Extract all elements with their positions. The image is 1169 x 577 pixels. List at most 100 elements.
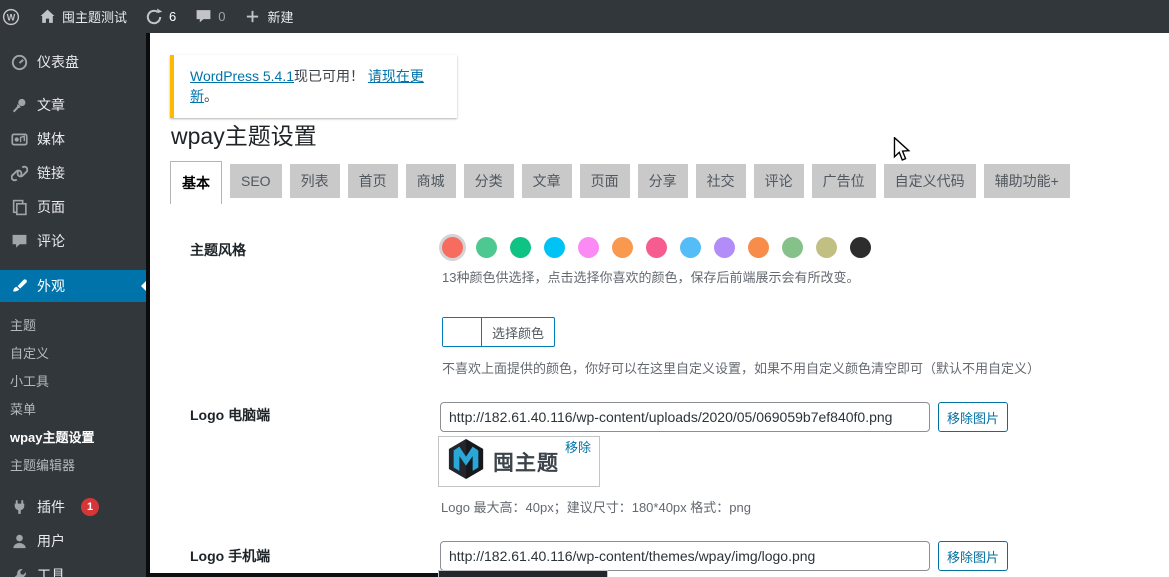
page-title: wpay主题设置 — [171, 117, 317, 151]
brush-icon — [10, 277, 28, 295]
submenu-item-widgets[interactable]: 小工具 — [0, 366, 150, 394]
update-icon — [145, 8, 163, 26]
tab-category[interactable]: 分类 — [464, 164, 514, 198]
sidebar-item-pages[interactable]: 页面 — [0, 190, 150, 224]
admin-bar: W 囤主题测试 6 0 新建 — [0, 0, 1169, 33]
wordpress-version-link[interactable]: WordPress 5.4.1 — [190, 68, 294, 84]
sidebar-item-label: 用户 — [37, 531, 65, 551]
submenu-label: wpay主题设置 — [10, 427, 95, 446]
submenu-item-themes[interactable]: 主题 — [0, 310, 150, 338]
update-notice: WordPress 5.4.1现已可用！ 请现在更新。 — [170, 55, 457, 118]
plug-icon — [10, 498, 28, 516]
theme-color-swatch[interactable] — [544, 237, 565, 258]
sidebar-item-label: 文章 — [37, 95, 65, 115]
submenu-label: 主题编辑器 — [10, 455, 75, 474]
comment-icon — [194, 8, 212, 26]
theme-style-hint: 13种颜色供选择，点击选择你喜欢的颜色，保存后前端展示会有所改变。 — [442, 267, 859, 286]
main-content: WordPress 5.4.1现已可用！ 请现在更新。 wpay主题设置 基本 … — [150, 33, 1169, 577]
sidebar-item-posts[interactable]: 文章 — [0, 88, 150, 122]
theme-color-swatch[interactable] — [646, 237, 667, 258]
sidebar-item-label: 评论 — [37, 231, 65, 251]
color-picker-swatch — [443, 318, 482, 346]
custom-color-picker[interactable]: 选择颜色 — [442, 317, 555, 347]
theme-color-swatch[interactable] — [612, 237, 633, 258]
remove-pc-image-button[interactable]: 移除图片 — [938, 402, 1008, 432]
tab-seo[interactable]: SEO — [230, 164, 282, 198]
sidebar-item-label: 媒体 — [37, 129, 65, 149]
sidebar-item-label: 插件 — [37, 497, 65, 517]
submenu-item-wpay-settings[interactable]: wpay主题设置 — [0, 422, 150, 450]
tab-social[interactable]: 社交 — [696, 164, 746, 198]
logo-pc-label: Logo 电脑端 — [190, 405, 270, 425]
settings-tabs: 基本 SEO 列表 首页 商城 分类 文章 页面 分享 社交 评论 广告位 自定… — [170, 161, 1070, 204]
site-name-menu[interactable]: 囤主题测试 — [29, 0, 136, 33]
theme-color-swatch[interactable] — [476, 237, 497, 258]
submenu-item-customize[interactable]: 自定义 — [0, 338, 150, 366]
updates-menu[interactable]: 6 — [136, 0, 185, 33]
custom-color-hint: 不喜欢上面提供的颜色，你好可以在这里自定义设置，如果不用自定义颜色清空即可（默认… — [442, 358, 1040, 377]
tab-custom-code[interactable]: 自定义代码 — [884, 164, 976, 198]
notice-text: 现已可用！ — [294, 68, 368, 84]
tab-page[interactable]: 页面 — [580, 164, 630, 198]
logo-pc-url-input[interactable] — [440, 402, 930, 432]
sidebar-item-label: 工具 — [37, 565, 65, 577]
theme-color-swatch[interactable] — [748, 237, 769, 258]
tab-share[interactable]: 分享 — [638, 164, 688, 198]
site-name-label: 囤主题测试 — [62, 7, 127, 26]
theme-color-swatch[interactable] — [680, 237, 701, 258]
tab-comment[interactable]: 评论 — [754, 164, 804, 198]
logo-mobile-url-input[interactable] — [440, 541, 930, 571]
submenu-label: 主题 — [10, 315, 36, 334]
submenu-item-menus[interactable]: 菜单 — [0, 394, 150, 422]
tab-basic[interactable]: 基本 — [170, 161, 222, 204]
sidebar-item-plugins[interactable]: 插件 1 — [0, 490, 150, 524]
plus-icon — [243, 8, 261, 26]
tab-home[interactable]: 首页 — [348, 164, 398, 198]
theme-color-swatch[interactable] — [816, 237, 837, 258]
submenu-item-theme-editor[interactable]: 主题编辑器 — [0, 450, 150, 478]
submenu-label: 小工具 — [10, 371, 49, 390]
logo-preview-text: 囤主题 — [493, 447, 559, 477]
wordpress-logo-icon: W — [2, 8, 20, 26]
remove-pc-image-link[interactable]: 移除 — [565, 437, 591, 456]
new-content-menu[interactable]: 新建 — [234, 0, 302, 33]
sidebar-item-users[interactable]: 用户 — [0, 524, 150, 558]
remove-mobile-image-button[interactable]: 移除图片 — [938, 541, 1008, 571]
new-label: 新建 — [267, 7, 293, 26]
sidebar-item-appearance[interactable]: 外观 — [0, 270, 150, 302]
sidebar-item-tools[interactable]: 工具 — [0, 558, 150, 577]
wordpress-logo-menu[interactable]: W — [0, 0, 29, 33]
tab-list[interactable]: 列表 — [290, 164, 340, 198]
theme-style-label: 主题风格 — [190, 240, 246, 260]
logo-pc-hint: Logo 最大高：40px；建议尺寸：180*40px 格式：png — [441, 497, 751, 516]
color-picker-button-label: 选择颜色 — [482, 318, 554, 346]
sidebar-item-label: 仪表盘 — [37, 52, 79, 72]
theme-color-swatch[interactable] — [714, 237, 735, 258]
appearance-submenu: 主题 自定义 小工具 菜单 wpay主题设置 主题编辑器 — [0, 302, 150, 488]
comment-count: 0 — [218, 9, 225, 24]
sidebar-item-comments[interactable]: 评论 — [0, 224, 150, 258]
theme-color-swatch[interactable] — [850, 237, 871, 258]
hexagon-m-logo-icon — [447, 438, 485, 485]
tab-post[interactable]: 文章 — [522, 164, 572, 198]
tab-ads[interactable]: 广告位 — [812, 164, 876, 198]
sidebar-item-links[interactable]: 链接 — [0, 156, 150, 190]
wordpress-admin-screen: W 囤主题测试 6 0 新建 — [0, 0, 1169, 577]
sidebar-edge-divider — [146, 33, 150, 577]
tab-accessibility[interactable]: 辅助功能+ — [984, 164, 1070, 198]
comments-menu[interactable]: 0 — [185, 0, 234, 33]
logo-mobile-preview — [438, 570, 608, 577]
svg-text:W: W — [7, 12, 16, 22]
sidebar-item-media[interactable]: 媒体 — [0, 122, 150, 156]
theme-color-swatch[interactable] — [442, 237, 463, 258]
theme-color-swatch[interactable] — [782, 237, 803, 258]
sidebar-item-dashboard[interactable]: 仪表盘 — [0, 45, 150, 79]
logo-mobile-label: Logo 手机端 — [190, 546, 270, 566]
theme-color-swatch[interactable] — [510, 237, 531, 258]
tab-shop[interactable]: 商城 — [406, 164, 456, 198]
theme-color-swatch[interactable] — [578, 237, 599, 258]
pushpin-icon — [10, 96, 28, 114]
notice-period: 。 — [204, 88, 218, 104]
submenu-label: 菜单 — [10, 399, 36, 418]
sidebar-item-label: 外观 — [37, 276, 65, 296]
